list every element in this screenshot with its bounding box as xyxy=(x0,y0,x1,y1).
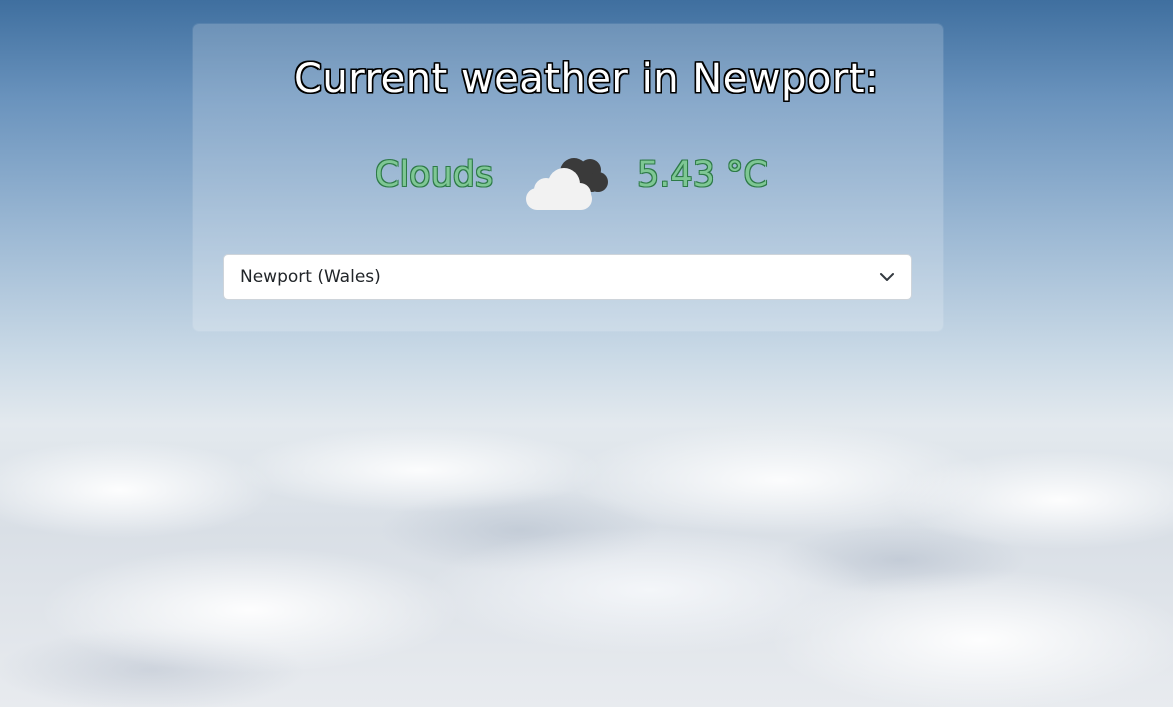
chevron-down-icon xyxy=(880,273,894,281)
background-clouds xyxy=(0,410,1173,707)
cloud-icon xyxy=(526,158,608,210)
city-select-value: Newport (Wales) xyxy=(240,267,381,287)
temperature-readout: 5.43 °C xyxy=(637,155,768,195)
page-title: Current weather in Newport: xyxy=(294,56,879,102)
weather-condition: Clouds xyxy=(375,155,494,195)
city-select[interactable]: Newport (Wales) xyxy=(223,254,912,300)
